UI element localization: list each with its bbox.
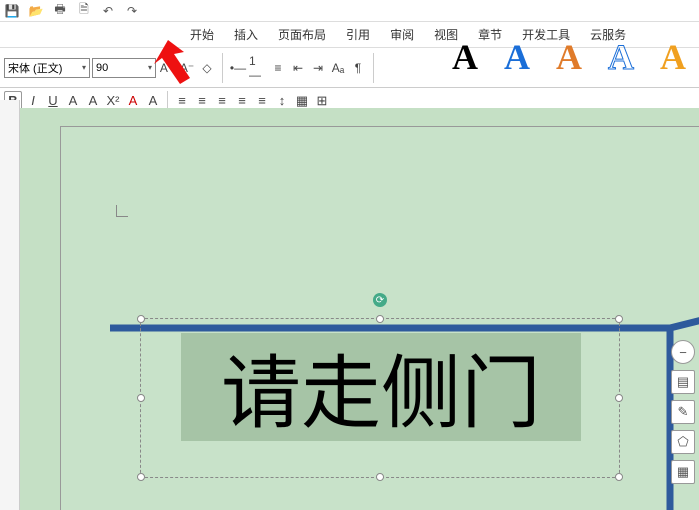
textbox-content[interactable]: 请走侧门	[181, 333, 581, 441]
bullets-button[interactable]: •—	[229, 59, 247, 77]
zoom-out-button[interactable]: −	[671, 340, 695, 364]
print-preview-icon[interactable]: 🗎	[76, 3, 92, 19]
quick-access-toolbar: 💾 📂 🖶 🗎 ↶ ↷	[0, 0, 699, 22]
side-toolbar: − ▤ ✎ ⬠ ▦	[671, 340, 695, 484]
pen-tool-button[interactable]: ✎	[671, 400, 695, 424]
resize-handle-e[interactable]	[615, 394, 623, 402]
resize-handle-nw[interactable]	[137, 315, 145, 323]
sort-button[interactable]: Aₐ	[329, 59, 347, 77]
resize-handle-se[interactable]	[615, 473, 623, 481]
indent-button[interactable]: ⇥	[309, 59, 327, 77]
resize-handle-s[interactable]	[376, 473, 384, 481]
separator	[373, 53, 374, 83]
increase-font-button[interactable]: A⁺	[158, 59, 176, 77]
style-item-2[interactable]: A	[495, 36, 539, 78]
style-item-3[interactable]: A	[547, 36, 591, 78]
clear-format-button[interactable]: ◇	[198, 59, 216, 77]
style-item-5[interactable]: A	[651, 36, 695, 78]
open-icon[interactable]: 📂	[28, 3, 44, 19]
style-item-4[interactable]: A	[599, 36, 643, 78]
print-icon[interactable]: 🖶	[52, 3, 68, 19]
resize-handle-n[interactable]	[376, 315, 384, 323]
style-item-1[interactable]: A	[443, 36, 487, 78]
redo-icon[interactable]: ↷	[124, 3, 140, 19]
separator	[222, 53, 223, 83]
outdent-button[interactable]: ⇤	[289, 59, 307, 77]
numbering-button[interactable]: 1—	[249, 59, 267, 77]
multilevel-button[interactable]: ≡	[269, 59, 287, 77]
font-size-select[interactable]: 90 ▾	[92, 58, 156, 78]
margin-marker	[116, 205, 128, 217]
ruler-vertical[interactable]	[0, 100, 20, 510]
font-size-value: 90	[96, 62, 108, 74]
textbox-selection[interactable]: ⟳ 请走侧门	[140, 318, 620, 478]
nav-pane-button[interactable]: ▤	[671, 370, 695, 394]
tab-home[interactable]: 开始	[190, 26, 224, 43]
font-name-select[interactable]: 宋体 (正文) ▾	[4, 58, 90, 78]
resize-handle-ne[interactable]	[615, 315, 623, 323]
chevron-down-icon: ▾	[148, 63, 152, 72]
document-canvas[interactable]: ⟳ 请走侧门	[20, 108, 699, 510]
decrease-font-button[interactable]: A⁻	[178, 59, 196, 77]
toggle-marks-button[interactable]: ¶	[349, 59, 367, 77]
chevron-down-icon: ▾	[82, 63, 86, 72]
style-gallery: A A A A A	[443, 30, 695, 84]
font-name-value: 宋体 (正文)	[8, 60, 62, 76]
resize-handle-sw[interactable]	[137, 473, 145, 481]
tab-pagelayout[interactable]: 页面布局	[268, 26, 336, 43]
rotate-handle[interactable]: ⟳	[373, 293, 387, 307]
undo-icon[interactable]: ↶	[100, 3, 116, 19]
shape-tool-button[interactable]: ⬠	[671, 430, 695, 454]
save-icon[interactable]: 💾	[4, 3, 20, 19]
resize-handle-w[interactable]	[137, 394, 145, 402]
grid-tool-button[interactable]: ▦	[671, 460, 695, 484]
tab-review[interactable]: 审阅	[380, 26, 424, 43]
tab-references[interactable]: 引用	[336, 26, 380, 43]
tab-insert[interactable]: 插入	[224, 26, 268, 43]
